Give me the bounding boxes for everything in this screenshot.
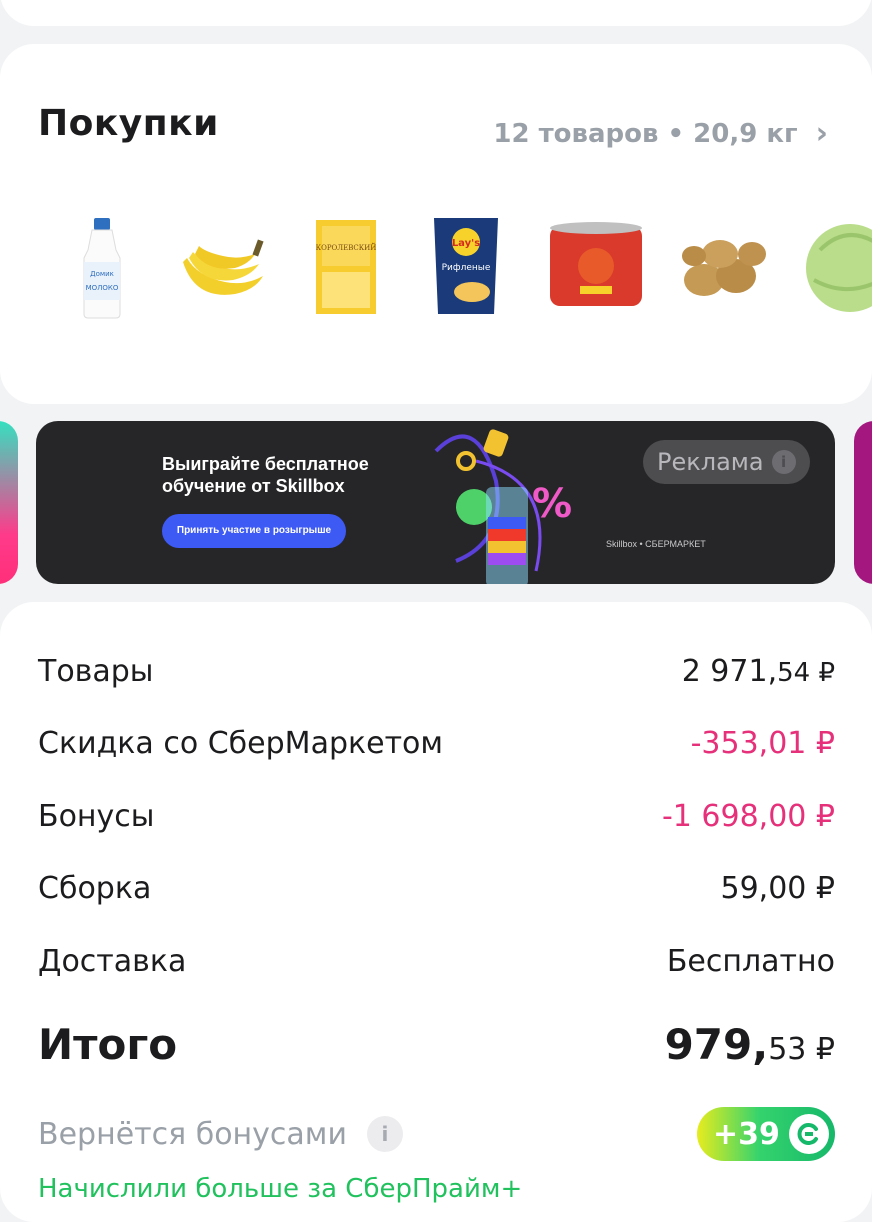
delivery-label: Доставка bbox=[38, 944, 187, 979]
promo-illustration-icon: % bbox=[434, 429, 572, 584]
product-potatoes[interactable] bbox=[674, 210, 774, 322]
summary-row-goods: Товары 2 971,54 ₽ bbox=[38, 654, 835, 689]
goods-value: 2 971,54 ₽ bbox=[681, 654, 835, 689]
summary-row-discount: Скидка со СберМаркетом -353,01 ₽ bbox=[38, 726, 835, 761]
milk-bottle-icon: Домик МОЛОКО bbox=[83, 218, 121, 319]
svg-text:Рифленые: Рифленые bbox=[442, 263, 491, 273]
summary-row-total: Итого 979,53 ₽ bbox=[38, 1020, 835, 1069]
bonus-return-value: +39 bbox=[713, 1116, 780, 1152]
previous-banner[interactable] bbox=[0, 421, 18, 584]
svg-text:КОРОЛЕВСКИЙ: КОРОЛЕВСКИЙ bbox=[316, 243, 377, 252]
bonuses-label: Бонусы bbox=[38, 799, 155, 834]
previous-card bbox=[0, 0, 872, 26]
banner-title: Выиграйте бесплатное обучение от Skillbo… bbox=[162, 454, 369, 496]
total-label: Итого bbox=[38, 1020, 178, 1069]
bonus-return-label: Вернётся бонусами bbox=[38, 1116, 347, 1152]
chevron-right-icon: › bbox=[815, 116, 828, 151]
summary-row-bonus-return: Вернётся бонусами i +39 bbox=[38, 1107, 835, 1161]
ad-badge[interactable]: Реклама i bbox=[643, 440, 810, 484]
purchases-summary-link[interactable]: 12 товаров • 20,9 кг › bbox=[493, 116, 828, 151]
next-banner[interactable] bbox=[854, 421, 872, 584]
lays-chips-icon: Lay's Рифленые bbox=[434, 218, 498, 314]
assembly-label: Сборка bbox=[38, 871, 152, 906]
goods-label: Товары bbox=[38, 654, 154, 689]
svg-text:Lay's: Lay's bbox=[452, 238, 480, 249]
purchases-meta: 12 товаров • 20,9 кг bbox=[493, 118, 798, 149]
summary-row-delivery: Доставка Бесплатно bbox=[38, 944, 835, 979]
svg-text:%: % bbox=[532, 481, 572, 527]
bonus-return-badge[interactable]: +39 bbox=[697, 1107, 835, 1161]
product-milk-bottle[interactable]: Домик МОЛОКО bbox=[58, 210, 158, 322]
product-bananas[interactable] bbox=[175, 210, 275, 322]
total-value: 979,53 ₽ bbox=[664, 1020, 835, 1069]
ad-label: Реклама bbox=[657, 448, 764, 476]
bananas-icon bbox=[183, 239, 264, 295]
sber-bonus-icon bbox=[789, 1114, 829, 1154]
info-icon[interactable]: i bbox=[366, 1116, 403, 1152]
summary-row-bonuses: Бонусы -1 698,00 ₽ bbox=[38, 799, 835, 834]
cabbage-icon bbox=[806, 224, 872, 312]
banner-brand: Skillbox • СБЕРМАРКЕТ bbox=[606, 539, 706, 549]
promo-banner[interactable]: Выиграйте бесплатное обучение от Skillbo… bbox=[36, 421, 835, 584]
summary-row-assembly: Сборка 59,00 ₽ bbox=[38, 871, 835, 906]
discount-value: -353,01 ₽ bbox=[690, 726, 835, 761]
info-icon: i bbox=[771, 450, 796, 474]
purchases-title: Покупки bbox=[38, 103, 219, 144]
discount-label: Скидка со СберМаркетом bbox=[38, 726, 444, 761]
product-carousel[interactable]: Домик МОЛОКО КОРОЛЕВСКИЙ Lay's Рифленые bbox=[0, 210, 872, 322]
svg-text:Домик: Домик bbox=[90, 270, 114, 278]
banner-participate-button[interactable]: Принять участие в розыгрыше bbox=[162, 514, 346, 548]
cheese-icon: КОРОЛЕВСКИЙ bbox=[316, 220, 377, 314]
bonus-return-label-wrap: Вернётся бонусами i bbox=[38, 1116, 403, 1152]
product-cheese[interactable]: КОРОЛЕВСКИЙ bbox=[296, 210, 396, 322]
svg-text:МОЛОКО: МОЛОКО bbox=[86, 284, 119, 292]
product-tomato-paste[interactable] bbox=[546, 210, 646, 322]
bonuses-value: -1 698,00 ₽ bbox=[661, 799, 835, 834]
delivery-value: Бесплатно bbox=[666, 944, 835, 979]
product-lays-chips[interactable]: Lay's Рифленые bbox=[416, 210, 516, 322]
assembly-value: 59,00 ₽ bbox=[720, 871, 835, 906]
tomato-paste-icon bbox=[550, 222, 642, 306]
product-cabbage[interactable] bbox=[800, 210, 872, 322]
potatoes-icon bbox=[682, 240, 766, 296]
